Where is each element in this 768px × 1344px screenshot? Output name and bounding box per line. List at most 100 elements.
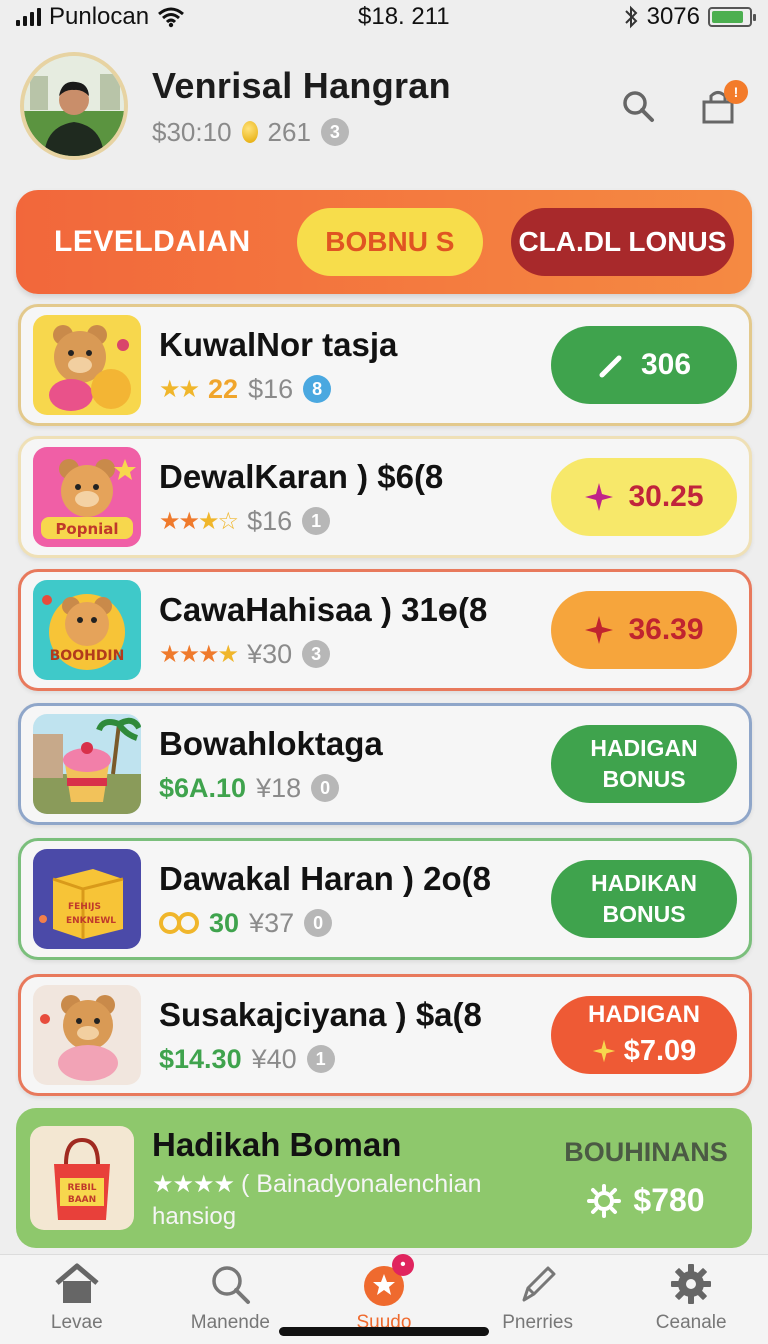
offer-action-line1: HADIKAN (590, 869, 698, 896)
offer-thumbnail: BOOHDIN (33, 580, 141, 680)
featured-subtitle2: hansiog (152, 1202, 237, 1230)
offer-card[interactable]: KuwalNor tasja ★★ 22 $16 8 306 (18, 304, 752, 426)
bear-icon (49, 325, 131, 411)
offer-meta: $6A.10 ¥18 0 (159, 773, 551, 804)
offer-thumbnail (33, 985, 141, 1085)
dessert-icon (33, 717, 141, 814)
offer-card[interactable]: Popnial DewalKaran ) $6(8 ★★★☆ $16 1 30.… (18, 436, 752, 558)
cart-button[interactable]: ! (696, 80, 748, 128)
offer-price: $16 (247, 505, 293, 536)
sparkle-icon (585, 483, 614, 511)
offer-meta: ★★ 22 $16 8 (159, 374, 551, 405)
offer-card[interactable]: BOOHDIN CawaHahisaa ) 31ө(8 ★★★★ ¥30 3 3… (18, 569, 752, 691)
sparkle-icon (592, 1039, 615, 1063)
nav-label: Levae (50, 1311, 103, 1333)
offer-price: ¥30 (247, 638, 293, 669)
offer-title: CawaHahisaa ) 31ө(8 (159, 590, 488, 628)
featured-subtitle-row: ★★★★ ( Bainadyonalenchian (152, 1170, 554, 1199)
status-time: $18. 211 (358, 3, 450, 30)
offer-action-button[interactable]: 30.25 (551, 458, 737, 536)
bluetooth-icon (624, 5, 638, 29)
nav-item-pnerries[interactable]: Pnerries (468, 1260, 608, 1334)
home-indicator[interactable] (279, 1327, 489, 1336)
gear-burst-icon (587, 1183, 622, 1218)
svg-text:BOOHDIN: BOOHDIN (50, 648, 125, 664)
profile-name: Venrisal Hangran (152, 64, 451, 106)
offer-action-line1: HADIGAN (590, 734, 698, 761)
offer-thumbnail (33, 714, 141, 814)
offer-amount: $6A.10 (159, 772, 247, 803)
bonus-button[interactable]: BOBNU S (296, 208, 483, 276)
offer-amount: $14.30 (159, 1043, 242, 1074)
offer-thumbnail (33, 315, 141, 415)
profile-info: Venrisal Hangran $30:10 261 3 (152, 65, 616, 148)
offer-badge: 0 (311, 774, 340, 802)
profile-meta: $30:10 261 3 (152, 117, 616, 148)
search-icon (623, 91, 654, 122)
offer-card[interactable]: FEHIJS ENKNEWL Dawakal Haran ) 2o(8 30 ¥… (18, 838, 752, 960)
star-rating-icon: ★★ (159, 375, 200, 403)
search-icon (206, 1260, 254, 1308)
level-banner: LEVELDAIAN BOBNU S CLA.DL LONUS (16, 190, 752, 294)
box-icon: FEHIJS ENKNEWL (39, 869, 124, 939)
offer-title: Susakajciyana ) $a(8 (159, 995, 482, 1033)
home-icon (53, 1260, 101, 1308)
nav-item-ceanale[interactable]: Ceanale (621, 1260, 761, 1334)
featured-price-row[interactable]: $780 (587, 1182, 705, 1219)
featured-thumbnail: REBIL BAAN (30, 1126, 134, 1230)
avatar[interactable] (20, 52, 128, 160)
gift-bag-icon: REBIL BAAN (54, 1137, 110, 1220)
svg-text:FEHIJS: FEHIJS (68, 902, 101, 912)
nav-item-suudo[interactable]: • Suudo (314, 1253, 454, 1334)
featured-title: Hadikah Boman (152, 1125, 402, 1163)
offer-price: ¥40 (251, 1043, 297, 1074)
offer-badge: 8 (303, 375, 332, 403)
featured-body: Hadikah Boman ★★★★ ( Bainadyonalenchian … (152, 1126, 554, 1231)
offer-title: Bowahloktaga (159, 724, 383, 762)
offer-thumbnail: FEHIJS ENKNEWL (33, 849, 141, 949)
sparkle-icon (585, 616, 614, 644)
offer-body: Dawakal Haran ) 2o(8 30 ¥37 0 (159, 860, 551, 939)
offer-price: $16 (248, 373, 294, 404)
profile-header: Venrisal Hangran $30:10 261 3 ! (0, 44, 768, 168)
claim-bonus-button[interactable]: CLA.DL LONUS (510, 208, 734, 276)
offer-title: DewalKaran ) $6(8 (159, 457, 444, 495)
cart-notification-badge: ! (724, 80, 748, 104)
featured-offer-card[interactable]: REBIL BAAN Hadikah Boman ★★★★ ( Bainadyo… (16, 1108, 752, 1248)
offer-body: Bowahloktaga $6A.10 ¥18 0 (159, 725, 551, 804)
offer-action-button[interactable]: HADIGAN BONUS (551, 725, 737, 803)
offer-rating-value: 22 (208, 373, 239, 404)
search-button[interactable] (616, 84, 660, 128)
offer-action-line2: $7.09 (623, 1034, 697, 1067)
offer-body: Susakajciyana ) $a(8 $14.30 ¥40 1 (159, 996, 551, 1075)
offer-action-button[interactable]: HADIKAN BONUS (551, 860, 737, 938)
bear-icon: Popnial (41, 459, 136, 539)
header-actions: ! (616, 80, 748, 128)
coin-icon (241, 121, 258, 143)
svg-text:REBIL: REBIL (67, 1183, 96, 1193)
bear-icon: BOOHDIN (42, 594, 125, 670)
nav-item-home[interactable]: Levae (7, 1260, 147, 1334)
offer-title: KuwalNor tasja (159, 325, 398, 363)
offer-thumbnail: Popnial (33, 447, 141, 547)
pencil-icon (599, 355, 622, 378)
offer-body: DewalKaran ) $6(8 ★★★☆ $16 1 (159, 458, 551, 537)
nav-item-search[interactable]: Manende (160, 1260, 300, 1334)
profile-coins: 261 (267, 116, 311, 147)
featured-label: BOUHINANS (564, 1137, 728, 1167)
svg-text:BAAN: BAAN (68, 1195, 96, 1205)
nav-label: Manende (190, 1311, 270, 1333)
offer-badge: 0 (304, 909, 333, 937)
bear-icon (40, 995, 118, 1081)
offer-action-line2: BONUS (602, 901, 686, 927)
offer-action-button[interactable]: 306 (551, 326, 737, 404)
offer-card[interactable]: Bowahloktaga $6A.10 ¥18 0 HADIGAN BONUS (18, 703, 752, 825)
offer-meta: ★★★★ ¥30 3 (159, 639, 551, 670)
star-rating-icon: ★★★☆ (159, 507, 239, 535)
offer-body: CawaHahisaa ) 31ө(8 ★★★★ ¥30 3 (159, 591, 551, 670)
offer-title: Dawakal Haran ) 2o(8 (159, 859, 491, 897)
status-left: Punlocan (16, 3, 185, 31)
offer-action-button[interactable]: HADIGAN $7.09 (551, 996, 737, 1074)
offer-action-button[interactable]: 36.39 (551, 591, 737, 669)
offer-card[interactable]: Susakajciyana ) $a(8 $14.30 ¥40 1 HADIGA… (18, 974, 752, 1096)
